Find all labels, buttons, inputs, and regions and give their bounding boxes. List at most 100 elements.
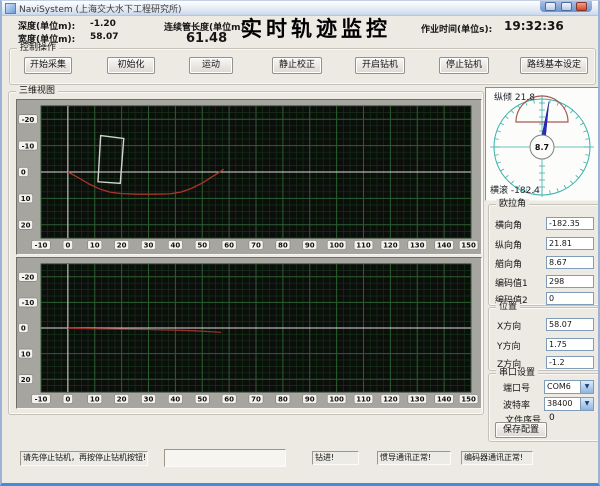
maximize-button[interactable] <box>561 2 572 11</box>
ins-status: 惯导通讯正常! <box>377 451 451 465</box>
compass-dial: 8.7 <box>486 88 598 198</box>
stop-drill-button[interactable]: 停止钻机 <box>439 57 489 74</box>
motion-button[interactable]: 运动 <box>189 57 233 74</box>
port-value: COM6 <box>547 382 571 391</box>
file-index-value: 0 <box>549 413 555 423</box>
encoder1-label: 编码值1 <box>495 276 528 289</box>
longitudinal-angle-field[interactable]: 21.81 <box>546 237 594 250</box>
close-button[interactable] <box>576 2 587 11</box>
svg-text:60: 60 <box>224 396 234 404</box>
svg-text:-20: -20 <box>22 116 35 124</box>
svg-text:20: 20 <box>117 242 127 250</box>
svg-text:70: 70 <box>251 396 261 404</box>
svg-text:10: 10 <box>90 242 100 250</box>
baud-combo[interactable]: 38400 ▼ <box>544 397 594 411</box>
svg-text:0: 0 <box>65 242 70 250</box>
svg-text:120: 120 <box>383 396 398 404</box>
svg-text:140: 140 <box>437 242 452 250</box>
svg-text:100: 100 <box>329 396 344 404</box>
depth-label: 深度(单位m): <box>18 19 75 32</box>
svg-text:100: 100 <box>329 242 344 250</box>
svg-text:10: 10 <box>21 350 31 358</box>
svg-text:30: 30 <box>144 242 154 250</box>
svg-text:130: 130 <box>410 242 425 250</box>
encoder-status: 编码器通讯正常! <box>461 451 533 465</box>
y-direction-field[interactable]: 1.75 <box>546 338 594 351</box>
work-time-value: 19:32:36 <box>504 19 564 33</box>
svg-text:-10: -10 <box>35 396 48 404</box>
roll-label: 横滚 <box>490 186 508 196</box>
app-window: NaviSystem (上海交大水下工程研究所) 深度(单位m): -1.20 … <box>0 0 600 486</box>
svg-text:8.7: 8.7 <box>535 143 549 152</box>
svg-text:10: 10 <box>90 396 100 404</box>
svg-text:90: 90 <box>305 242 315 250</box>
lateral-angle-field[interactable]: -182.35 <box>546 217 594 230</box>
drill-status: 钻进! <box>312 451 359 465</box>
heading-angle-label: 艏向角 <box>495 257 522 270</box>
plan-view-chart-canvas: -100102030405060708090100110120130140150… <box>17 258 479 406</box>
attitude-compass: 8.7 纵倾 21.8 横滚 -182.4 <box>485 87 600 201</box>
static-correction-button[interactable]: 静止校正 <box>272 57 322 74</box>
chevron-down-icon[interactable]: ▼ <box>580 381 593 393</box>
plan-view-chart: -100102030405060708090100110120130140150… <box>16 257 482 409</box>
roll-value: -182.4 <box>511 186 540 196</box>
svg-text:50: 50 <box>197 242 207 250</box>
svg-text:90: 90 <box>305 396 315 404</box>
window-controls <box>540 1 592 12</box>
baud-label: 波特率 <box>503 398 530 411</box>
init-button[interactable]: 初始化 <box>107 57 155 74</box>
chevron-down-icon[interactable]: ▼ <box>580 398 593 410</box>
svg-text:-10: -10 <box>35 242 48 250</box>
svg-text:-20: -20 <box>22 274 35 282</box>
x-direction-field[interactable]: 58.07 <box>546 318 594 331</box>
port-label: 端口号 <box>503 381 530 394</box>
width-value: 58.07 <box>90 32 118 42</box>
encoder2-field[interactable]: 0 <box>546 292 594 305</box>
work-time-label: 作业时间(单位s): <box>421 22 492 35</box>
window-title: NaviSystem (上海交大水下工程研究所) <box>19 2 182 15</box>
svg-text:20: 20 <box>117 396 127 404</box>
page-title: 实时轨迹监控 <box>236 13 396 43</box>
svg-text:110: 110 <box>356 396 371 404</box>
svg-text:130: 130 <box>410 396 425 404</box>
svg-text:70: 70 <box>251 242 261 250</box>
serial-group: 串口设置 端口号 COM6 ▼ 波特率 38400 ▼ 文件序号 0 保存配置 <box>488 373 600 442</box>
y-direction-label: Y方向 <box>497 339 521 352</box>
svg-text:80: 80 <box>278 242 288 250</box>
svg-text:110: 110 <box>356 242 371 250</box>
heading-angle-field[interactable]: 8.67 <box>546 256 594 269</box>
minimize-button[interactable] <box>545 2 556 11</box>
encoder1-field[interactable]: 298 <box>546 275 594 288</box>
status-input[interactable] <box>164 449 286 467</box>
baud-value: 38400 <box>547 399 572 408</box>
svg-text:40: 40 <box>171 396 181 404</box>
euler-group: 欧拉角 横向角 -182.35 纵向角 21.81 艏向角 8.67 编码值1 … <box>488 204 600 306</box>
start-drill-button[interactable]: 开启钻机 <box>355 57 405 74</box>
route-settings-button[interactable]: 路线基本设定 <box>520 57 588 74</box>
euler-group-label: 欧拉角 <box>496 199 529 210</box>
pipe-length-value: 61.48 <box>186 31 227 46</box>
position-group: 位置 X方向 58.07 Y方向 1.75 Z方向 -1.2 <box>488 307 600 371</box>
svg-text:120: 120 <box>383 242 398 250</box>
position-group-label: 位置 <box>496 302 520 313</box>
z-direction-field[interactable]: -1.2 <box>546 356 594 369</box>
save-config-button[interactable]: 保存配置 <box>495 422 547 438</box>
side-view-chart-canvas: -100102030405060708090100110120130140150… <box>17 100 479 252</box>
longitudinal-angle-label: 纵向角 <box>495 238 522 251</box>
start-collect-button[interactable]: 开始采集 <box>24 57 72 74</box>
x-direction-label: X方向 <box>497 319 521 332</box>
lateral-angle-label: 横向角 <box>495 218 522 231</box>
pitch-label: 纵倾 <box>494 93 512 103</box>
side-view-chart: -100102030405060708090100110120130140150… <box>16 99 482 255</box>
port-combo[interactable]: COM6 ▼ <box>544 380 594 394</box>
svg-text:20: 20 <box>21 222 31 230</box>
svg-text:40: 40 <box>171 242 181 250</box>
svg-text:150: 150 <box>461 396 476 404</box>
svg-text:0: 0 <box>21 325 26 333</box>
svg-text:50: 50 <box>197 396 207 404</box>
view3d-group-label: 三维视图 <box>16 86 58 97</box>
svg-text:80: 80 <box>278 396 288 404</box>
serial-group-label: 串口设置 <box>496 368 538 379</box>
depth-value: -1.20 <box>90 19 116 29</box>
svg-text:0: 0 <box>65 396 70 404</box>
